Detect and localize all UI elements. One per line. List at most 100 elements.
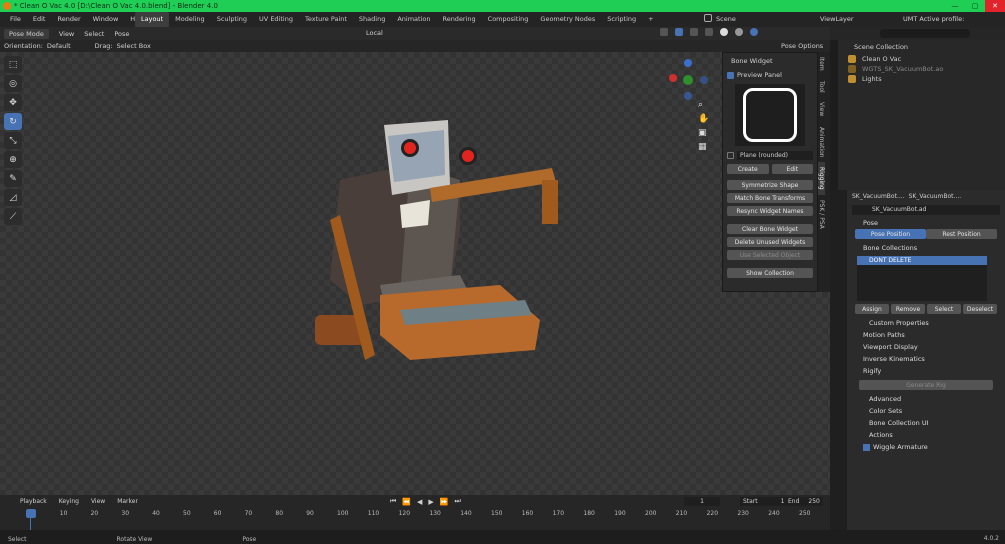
annotate-tool[interactable]: ✎ (4, 170, 22, 187)
next-key-icon[interactable]: ⏩ (440, 498, 449, 506)
bone-tool[interactable]: ⟋ (4, 208, 22, 225)
rigify-bone-collection-ui[interactable]: Bone Collection UI (847, 417, 1005, 429)
viewport-display-section[interactable]: Viewport Display (847, 341, 1005, 353)
wiggle-armature-checkbox[interactable] (863, 443, 870, 451)
prev-key-icon[interactable]: ⏪ (402, 498, 411, 506)
outliner-item-clean-o-vac[interactable]: Clean O Vac (862, 55, 901, 63)
tab-tool[interactable]: Tool (818, 76, 825, 98)
move-tool[interactable]: ✥ (4, 94, 22, 111)
armature-name-field[interactable]: SK_VacuumBot.ad (852, 205, 1000, 215)
marker-menu[interactable]: Marker (117, 498, 138, 505)
navigation-gizmo[interactable] (668, 56, 708, 106)
view-menu[interactable]: View (59, 30, 74, 38)
tab-modeling[interactable]: Modeling (169, 12, 211, 27)
scene-collection[interactable]: Scene Collection (838, 40, 1005, 54)
rigify-section[interactable]: Rigify (847, 365, 1005, 377)
rigify-advanced[interactable]: Advanced (847, 393, 1005, 405)
pose-section[interactable]: Pose (847, 217, 1005, 229)
tab-uv-editing[interactable]: UV Editing (253, 12, 299, 27)
solid-shading-icon[interactable] (720, 28, 728, 36)
wiggle-armature-section[interactable]: Wiggle Armature (873, 443, 928, 451)
assign-button[interactable]: Assign (855, 304, 889, 314)
menu-window[interactable]: Window (87, 12, 125, 27)
select-menu[interactable]: Select (84, 30, 104, 38)
tab-animation-side[interactable]: Animation (818, 122, 825, 163)
select-button[interactable]: Select (927, 304, 961, 314)
clear-bone-widget-button[interactable]: Clear Bone Widget (727, 224, 813, 234)
show-collection-button[interactable]: Show Collection (727, 268, 813, 278)
resync-widget-names-button[interactable]: Resync Widget Names (727, 206, 813, 216)
minimize-button[interactable]: — (945, 0, 965, 12)
select-box-tool[interactable]: ⬚ (4, 56, 22, 73)
delete-unused-widgets-button[interactable]: Delete Unused Widgets (727, 237, 813, 247)
tab-sculpting[interactable]: Sculpting (211, 12, 253, 27)
breadcrumb-data[interactable]: SK_VacuumBot.... (909, 193, 962, 200)
tab-rendering[interactable]: Rendering (436, 12, 481, 27)
play-reverse-icon[interactable]: ◀ (417, 498, 422, 506)
deselect-button[interactable]: Deselect (963, 304, 997, 314)
pose-menu[interactable]: Pose (114, 30, 129, 38)
transform-pivot[interactable]: Local (366, 27, 383, 40)
tab-geometry-nodes[interactable]: Geometry Nodes (534, 12, 601, 27)
keying-menu[interactable]: Keying (59, 498, 79, 505)
drag-dropdown[interactable]: Select Box (117, 42, 151, 50)
create-widget-button[interactable]: Create (727, 164, 769, 174)
maximize-button[interactable]: ▢ (965, 0, 985, 12)
cursor-tool[interactable]: ◎ (4, 75, 22, 92)
visibility-icon[interactable] (660, 28, 668, 36)
playback-menu[interactable]: Playback (20, 498, 47, 505)
menu-file[interactable]: File (4, 12, 27, 27)
menu-render[interactable]: Render (51, 12, 86, 27)
bone-collections-section[interactable]: Bone Collections (847, 242, 1005, 254)
rest-position-button[interactable]: Rest Position (926, 229, 997, 239)
shape-dropdown[interactable]: Plane (rounded) (737, 151, 813, 160)
shape-checkbox[interactable] (727, 152, 734, 159)
mode-dropdown[interactable]: Pose Mode (4, 28, 49, 39)
jump-start-icon[interactable]: ⏮ (390, 497, 396, 506)
outliner-item-lights[interactable]: Lights (862, 75, 882, 83)
start-frame[interactable]: 1 (781, 498, 785, 505)
frame-ruler[interactable]: 1102030405060708090100110120130140150160… (0, 510, 830, 519)
custom-properties-section[interactable]: Custom Properties (847, 317, 1005, 329)
current-frame-field[interactable]: 1 (684, 497, 720, 506)
vacuum-robot-model[interactable] (300, 110, 560, 385)
xray-icon[interactable] (705, 28, 713, 36)
measure-tool[interactable]: ◿ (4, 189, 22, 206)
remove-button[interactable]: Remove (891, 304, 925, 314)
breadcrumb-object[interactable]: SK_VacuumBot.... (852, 193, 905, 200)
camera-icon[interactable]: ▣ (698, 128, 710, 142)
zoom-icon[interactable]: ⌕ (698, 100, 710, 114)
edit-widget-button[interactable]: Edit (771, 164, 813, 174)
scene-selector[interactable]: Scene (716, 12, 736, 27)
menu-edit[interactable]: Edit (27, 12, 52, 27)
tab-texture-paint[interactable]: Texture Paint (299, 12, 353, 27)
tab-psk-psa[interactable]: PSK / PSA (818, 195, 825, 234)
use-selected-object-button[interactable]: Use Selected Object (727, 250, 813, 260)
render-shading-icon[interactable] (750, 28, 758, 36)
add-workspace-button[interactable]: + (642, 12, 659, 27)
rigify-color-sets[interactable]: Color Sets (847, 405, 1005, 417)
symmetrize-shape-button[interactable]: Symmetrize Shape (727, 180, 813, 190)
timeline-view-menu[interactable]: View (91, 498, 105, 505)
playhead[interactable] (26, 509, 36, 518)
overlay-icon[interactable] (690, 28, 698, 36)
end-frame[interactable]: 250 (808, 498, 819, 505)
close-button[interactable]: ✕ (985, 0, 1005, 12)
gizmo-icon[interactable] (675, 28, 683, 36)
pose-position-button[interactable]: Pose Position (855, 229, 926, 239)
tab-layout[interactable]: Layout (135, 12, 170, 27)
motion-paths-section[interactable]: Motion Paths (847, 329, 1005, 341)
tab-view[interactable]: View (818, 97, 825, 121)
match-bone-transforms-button[interactable]: Match Bone Transforms (727, 193, 813, 203)
grid-icon[interactable]: ▦ (698, 142, 710, 156)
tab-scripting[interactable]: Scripting (601, 12, 642, 27)
transform-tool[interactable]: ⊕ (4, 151, 22, 168)
scale-tool[interactable]: ⤡ (4, 132, 22, 149)
rigify-actions[interactable]: Actions (847, 429, 1005, 441)
jump-end-icon[interactable]: ⏭ (455, 497, 461, 506)
rotate-tool[interactable]: ↻ (4, 113, 22, 130)
tab-compositing[interactable]: Compositing (482, 12, 535, 27)
view-layer-selector[interactable]: ViewLayer (820, 12, 854, 27)
play-icon[interactable]: ▶ (428, 498, 433, 506)
tab-shading[interactable]: Shading (353, 12, 391, 27)
